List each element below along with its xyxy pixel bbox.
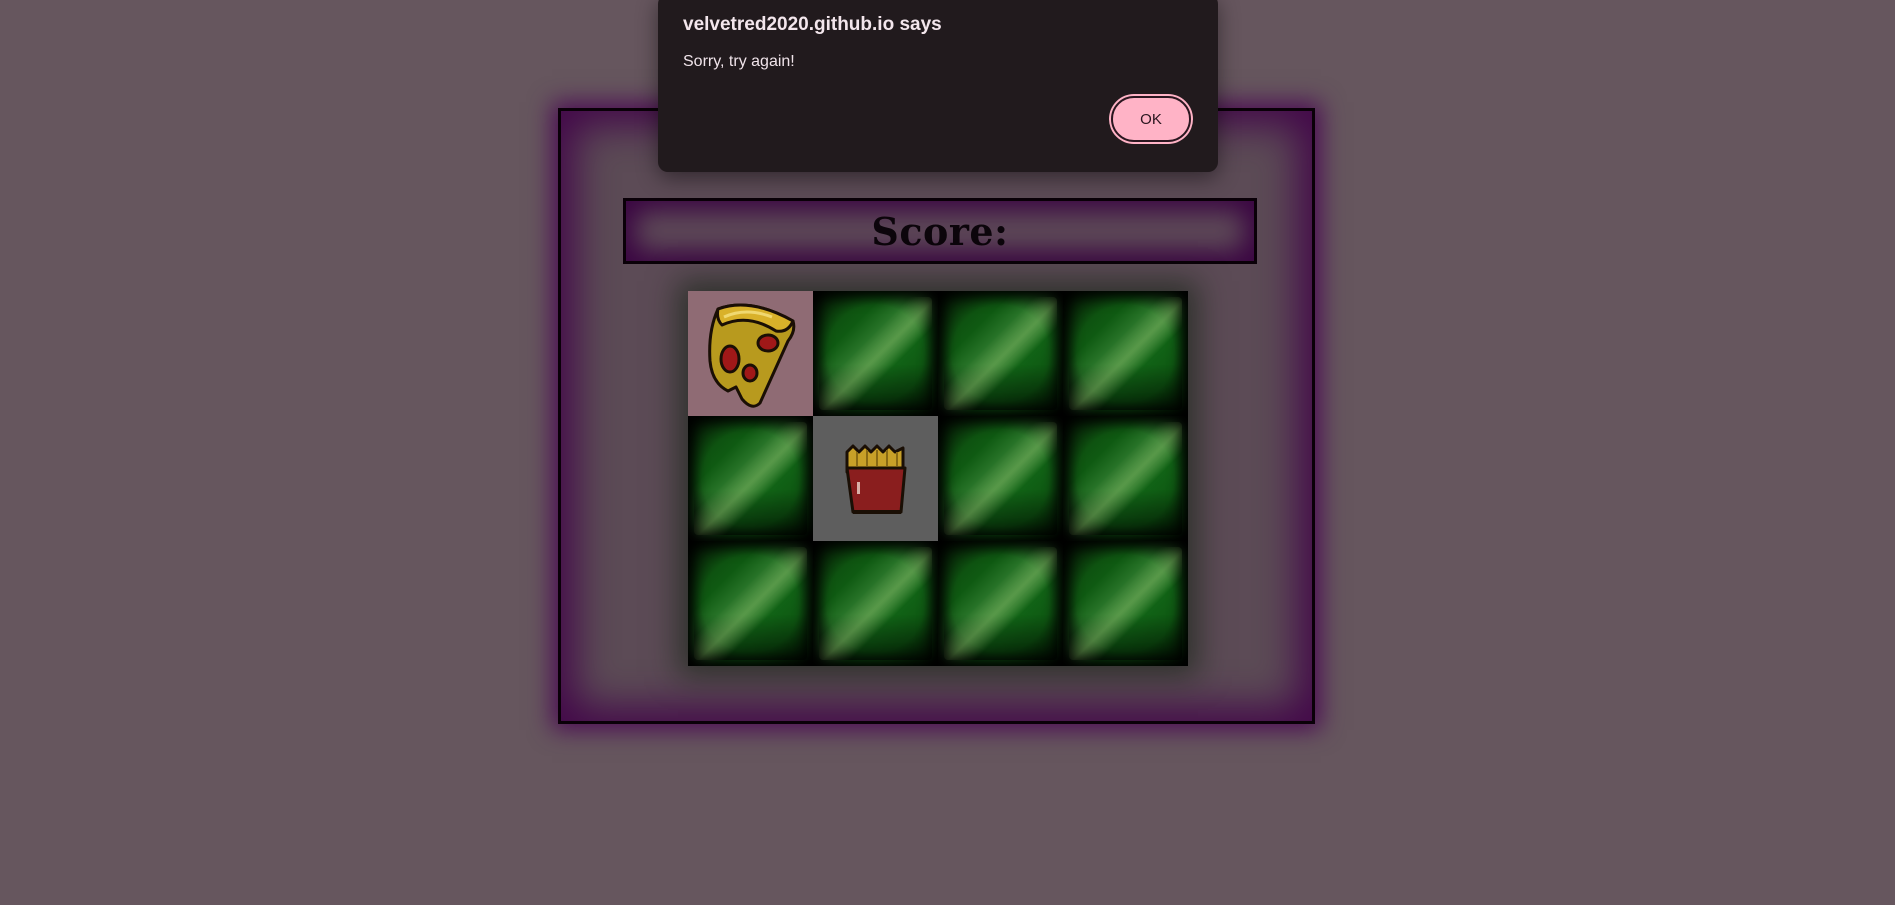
pizza-icon	[708, 303, 796, 408]
card-back[interactable]	[1063, 541, 1188, 666]
alert-dialog: velvetred2020.github.io says Sorry, try …	[658, 0, 1218, 172]
ok-button[interactable]: OK	[1111, 96, 1191, 142]
card-back[interactable]	[813, 541, 938, 666]
card-back[interactable]	[688, 416, 813, 541]
score-label: Score:	[871, 208, 1009, 254]
game-panel: Score:	[558, 108, 1315, 724]
card-back[interactable]	[938, 291, 1063, 416]
card-fries[interactable]	[813, 416, 938, 541]
card-pizza[interactable]	[688, 291, 813, 416]
dialog-message: Sorry, try again!	[683, 53, 795, 70]
card-back[interactable]	[1063, 416, 1188, 541]
card-back[interactable]	[938, 541, 1063, 666]
card-back[interactable]	[938, 416, 1063, 541]
fries-icon	[845, 444, 907, 514]
score-bar: Score:	[623, 198, 1257, 264]
card-back[interactable]	[1063, 291, 1188, 416]
card-grid	[688, 291, 1188, 666]
card-back[interactable]	[813, 291, 938, 416]
dialog-title: velvetred2020.github.io says	[683, 14, 942, 35]
card-back[interactable]	[688, 541, 813, 666]
